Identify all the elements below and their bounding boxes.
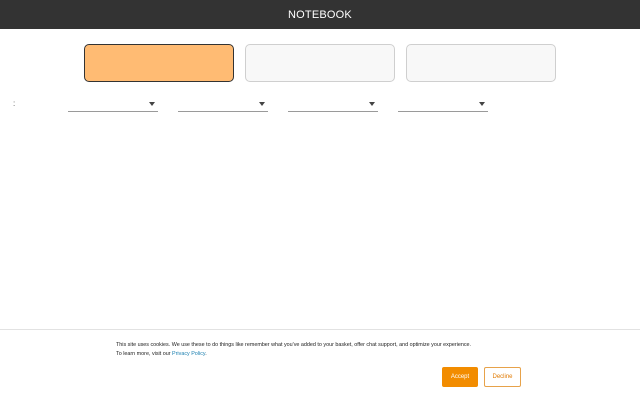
decline-button[interactable]: Decline <box>484 367 521 387</box>
chevron-down-icon <box>369 102 375 106</box>
filter-select-4[interactable] <box>398 98 488 112</box>
filter-select-2[interactable] <box>178 98 268 112</box>
accept-button[interactable]: Accept <box>442 367 478 387</box>
top-bar: NOTEBOOK <box>0 0 640 29</box>
chevron-down-icon <box>479 102 485 106</box>
chevron-down-icon <box>259 102 265 106</box>
cookie-message: This site uses cookies. We use these to … <box>116 341 536 358</box>
chevron-down-icon <box>149 102 155 106</box>
option-card-1[interactable] <box>84 44 234 82</box>
option-card-3[interactable] <box>406 44 556 82</box>
cookie-line-2-suffix: . <box>205 350 207 357</box>
page-title: NOTEBOOK <box>288 8 352 21</box>
cookie-line-1: This site uses cookies. We use these to … <box>116 342 472 348</box>
filter-label: : <box>13 99 16 108</box>
filter-select-3[interactable] <box>288 98 378 112</box>
privacy-policy-link[interactable]: Privacy Policy <box>172 351 205 357</box>
cookie-banner: This site uses cookies. We use these to … <box>0 329 640 400</box>
option-card-2[interactable] <box>245 44 395 82</box>
filter-select-1[interactable] <box>68 98 158 112</box>
cookie-line-2-prefix: To learn more, visit our <box>116 350 173 357</box>
